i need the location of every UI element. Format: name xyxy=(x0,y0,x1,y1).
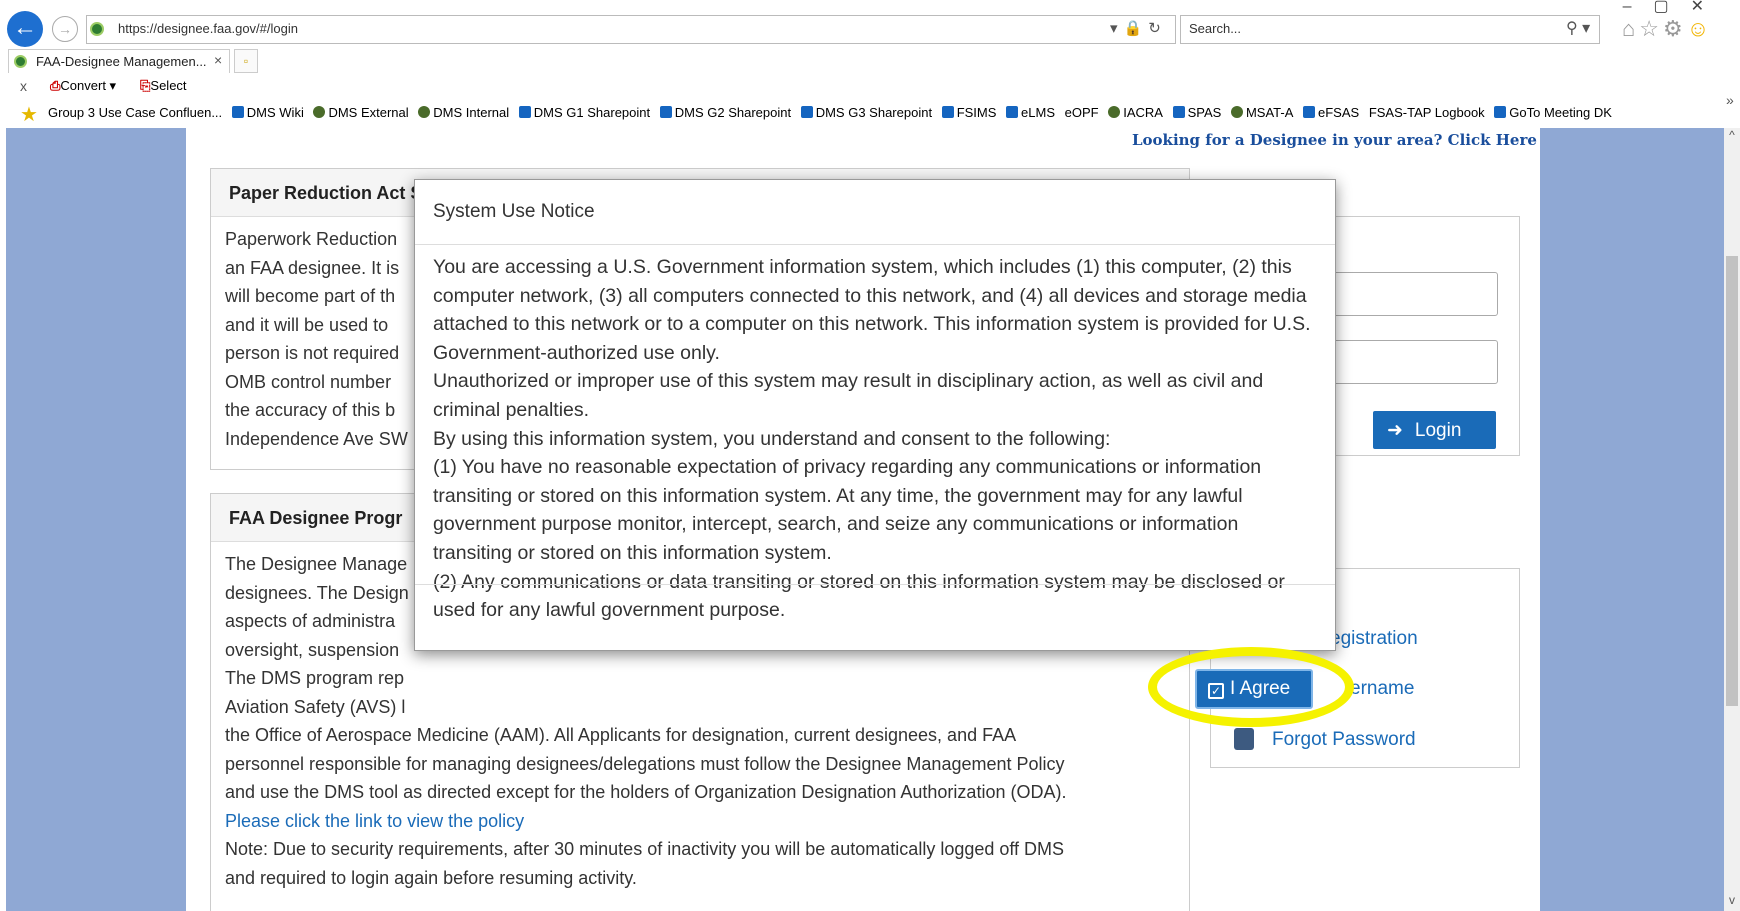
modal-title: System Use Notice xyxy=(415,180,1335,245)
favorites-star-icon[interactable]: ★ xyxy=(20,102,38,127)
site-favicon-icon xyxy=(90,22,104,36)
system-use-modal: System Use Notice You are accessing a U.… xyxy=(414,179,1336,651)
favorite-link[interactable]: IACRA xyxy=(1108,105,1163,120)
scroll-thumb[interactable] xyxy=(1726,256,1738,706)
notice-paragraph: (1) You have no reasonable expectation o… xyxy=(433,456,1262,564)
favorites-more-icon[interactable]: » xyxy=(1726,92,1734,108)
favorite-link[interactable]: eOPF xyxy=(1065,105,1099,120)
favorite-link[interactable]: eFSAS xyxy=(1303,105,1359,120)
favorite-link[interactable]: eLMS xyxy=(1006,105,1055,120)
favorite-link[interactable]: DMS Wiki xyxy=(231,105,304,120)
tab-title[interactable]: FAA-Designee Managemen... xyxy=(36,54,207,69)
tab-favicon-icon xyxy=(14,55,27,68)
select-label: Select xyxy=(150,78,187,93)
convert-label: Convert xyxy=(60,78,106,93)
command-close-icon[interactable]: x xyxy=(20,78,27,94)
scroll-down-icon[interactable]: v xyxy=(1724,893,1740,909)
favorite-link[interactable]: DMS Internal xyxy=(418,105,509,120)
tab-close-icon[interactable]: × xyxy=(214,52,222,68)
modal-footer xyxy=(415,584,1335,650)
favorites-bar: Group 3 Use Case Confluen... DMS Wiki DM… xyxy=(48,105,1618,120)
highlight-circle xyxy=(1148,647,1354,727)
scroll-up-icon[interactable]: ^ xyxy=(1724,128,1740,144)
browser-chrome: –▢✕ ← → https://designee.faa.gov/#/login… xyxy=(0,0,1740,128)
favorite-link[interactable]: DMS G1 Sharepoint xyxy=(518,105,650,120)
notice-paragraph: You are accessing a U.S. Government info… xyxy=(433,256,1311,364)
search-placeholder[interactable]: Search... xyxy=(1189,21,1241,36)
favorite-link[interactable]: Group 3 Use Case Confluen... xyxy=(48,105,222,120)
feedback-smiley-icon[interactable]: ☺ xyxy=(1687,16,1713,41)
modal-body: You are accessing a U.S. Government info… xyxy=(433,253,1321,625)
notice-paragraph: Unauthorized or improper use of this sys… xyxy=(433,370,1264,421)
favorite-link[interactable]: DMS G3 Sharepoint xyxy=(800,105,932,120)
favorite-link[interactable]: GoTo Meeting DK xyxy=(1494,105,1612,120)
favorite-link[interactable]: FSAS-TAP Logbook xyxy=(1369,105,1485,120)
window-controls[interactable]: –▢✕ xyxy=(1623,0,1726,16)
favorite-link[interactable]: MSAT-A xyxy=(1230,105,1293,120)
pdf-icon: ⎙ xyxy=(50,78,61,93)
new-tab-button[interactable]: ▫ xyxy=(234,49,258,73)
favorite-link[interactable]: SPAS xyxy=(1172,105,1221,120)
favorite-link[interactable]: FSIMS xyxy=(941,105,996,120)
favorite-link[interactable]: DMS G2 Sharepoint xyxy=(659,105,791,120)
search-magnifier-icon[interactable]: ⚲ ▾ xyxy=(1566,18,1590,38)
select-button[interactable]: ⎘Select xyxy=(140,78,187,94)
address-url[interactable]: https://designee.faa.gov/#/login xyxy=(118,21,298,36)
back-arrow-icon[interactable]: ← xyxy=(7,11,43,47)
notice-paragraph: By using this information system, you un… xyxy=(433,427,1111,450)
convert-button[interactable]: ⎙Convert ▾ xyxy=(50,78,116,94)
select-icon: ⎘ xyxy=(140,78,151,93)
favorite-link[interactable]: DMS External xyxy=(313,105,409,120)
page-viewport: Looking for a Designee in your area? Cli… xyxy=(0,128,1740,911)
address-tools[interactable]: ▾🔒↻ xyxy=(1110,19,1167,37)
search-input[interactable] xyxy=(1180,15,1600,44)
forward-arrow-icon[interactable]: → xyxy=(52,16,78,42)
toolbar-icons[interactable]: ⌂☆⚙☺ xyxy=(1622,16,1713,42)
